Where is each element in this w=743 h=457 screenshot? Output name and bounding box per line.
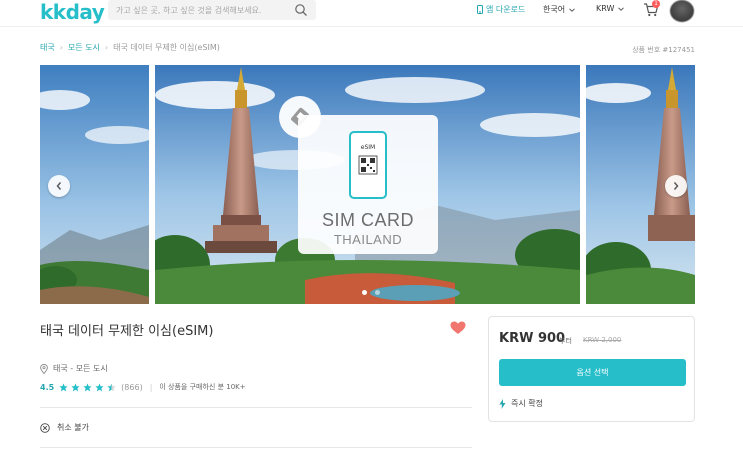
carousel-dot-1[interactable]: [362, 290, 367, 295]
price-from-label: 부터: [559, 337, 572, 345]
product-rating: 4.5 (866) | 이 상품을 구매하신 분 10K+: [40, 382, 246, 392]
chevron-right-icon: [673, 182, 679, 190]
price-box: KRW 900 부터 KRW 2,000 옵션 선택 즉시 확정: [488, 316, 695, 422]
sim-card-title: SIM CARD: [321, 210, 414, 230]
heart-icon[interactable]: [450, 321, 466, 335]
lightning-icon: [499, 398, 506, 409]
star-full-icon: [59, 382, 68, 391]
chevron-left-icon: [56, 182, 62, 190]
carousel-dot-2[interactable]: [375, 290, 380, 295]
cart-count-badge: 1: [652, 0, 660, 8]
booked-count: 이 상품을 구매하신 분 10K+: [159, 383, 246, 391]
location-label: 태국 - 모든 도시: [53, 364, 108, 373]
search-input[interactable]: [116, 3, 296, 17]
breadcrumb-item-thailand[interactable]: 태국: [40, 42, 55, 53]
carousel-pagination: [362, 290, 380, 295]
carousel-next-button[interactable]: [665, 175, 687, 197]
location-pin-icon: [40, 363, 48, 374]
product-number: 상품 번호 #127451: [632, 46, 695, 54]
app-download-link[interactable]: 앱 다운로드: [477, 4, 525, 15]
kkday-logo[interactable]: kkday: [40, 0, 105, 24]
price-value: KRW 900: [499, 331, 566, 346]
sim-card-subtitle: THAILAND: [333, 232, 403, 247]
chevron-down-icon: [618, 6, 625, 11]
mobile-phone-icon: [477, 5, 483, 14]
breadcrumb-item-all-cities[interactable]: 모든 도시: [68, 42, 100, 53]
chevron-down-icon: [569, 7, 575, 12]
search-bar[interactable]: [108, 0, 316, 20]
phone-esim-label: eSIM: [360, 144, 376, 151]
instant-confirmation: 즉시 확정: [499, 398, 543, 409]
rating-divider: |: [149, 382, 153, 392]
language-selector[interactable]: 한국어: [543, 4, 576, 15]
image-carousel[interactable]: eSIM SIM CARD THAILAND: [40, 65, 695, 304]
breadcrumb-separator: ›: [59, 43, 63, 52]
star-full-icon: [71, 382, 80, 391]
user-avatar[interactable]: [670, 0, 694, 22]
original-price: KRW 2,000: [583, 336, 622, 344]
star-half-icon: [107, 382, 116, 391]
breadcrumb-separator: ›: [104, 43, 109, 52]
rating-score: 4.5: [40, 382, 55, 392]
cancel-policy-label: 취소 불가: [57, 423, 89, 432]
esim-phone-icon: [349, 131, 387, 199]
select-option-button[interactable]: 옵션 선택: [499, 359, 686, 386]
search-icon[interactable]: [294, 3, 308, 17]
sim-card-overlay: eSIM SIM CARD THAILAND: [298, 115, 438, 254]
instant-confirmation-label: 즉시 확정: [511, 399, 543, 408]
cancel-policy: 취소 불가: [40, 422, 89, 433]
section-divider: [40, 407, 472, 408]
breadcrumb-item-current: 태국 데이터 무제한 이심(eSIM): [113, 43, 220, 52]
star-full-icon: [83, 382, 92, 391]
cancel-circle-icon: [40, 422, 50, 433]
product-title: 태국 데이터 무제한 이심(eSIM): [40, 324, 214, 339]
carousel-prev-button[interactable]: [48, 175, 70, 197]
section-divider: [40, 447, 472, 448]
breadcrumb: 태국 › 모든 도시 › 태국 데이터 무제한 이심(eSIM): [40, 42, 220, 53]
review-count[interactable]: (866): [121, 383, 143, 392]
product-location: 태국 - 모든 도시: [40, 363, 108, 374]
language-label: 한국어: [543, 5, 566, 14]
app-download-label: 앱 다운로드: [486, 5, 526, 14]
carousel-slide-current[interactable]: eSIM SIM CARD THAILAND: [155, 65, 580, 304]
currency-label: KRW: [596, 4, 615, 13]
currency-selector[interactable]: KRW: [596, 4, 625, 13]
star-full-icon: [95, 382, 104, 391]
top-header: kkday 앱 다운로드 한국어 KRW 1: [0, 0, 743, 27]
